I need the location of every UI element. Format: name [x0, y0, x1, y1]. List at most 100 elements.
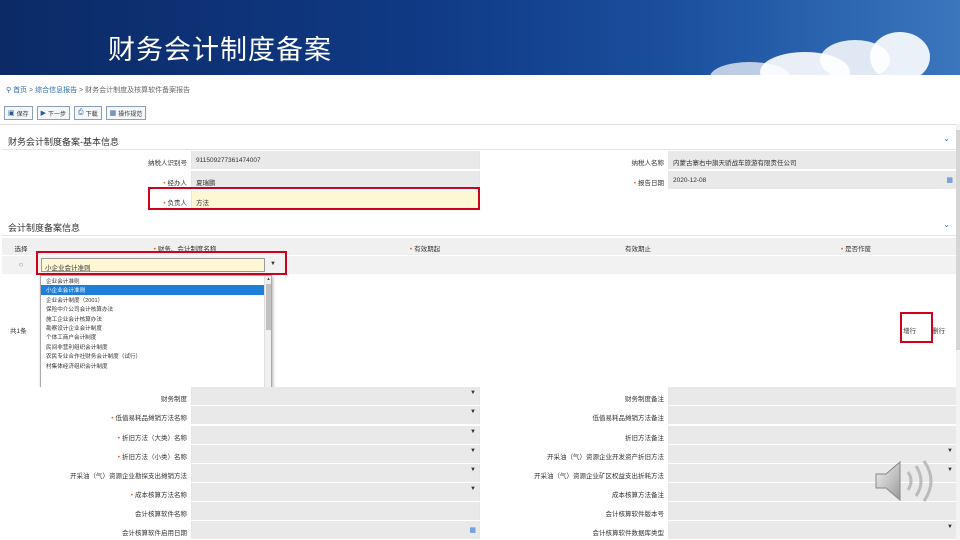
required-mark: • [409, 246, 413, 253]
dropdown-option[interactable]: 施工企业会计核算办法 [41, 314, 271, 323]
form-row: 会计核算软件启用日期 ▦ 会计核算软件数据库类型 ▼ [2, 521, 956, 540]
record-header[interactable]: 会计制度备案信息 ⌄ [2, 216, 956, 236]
breadcrumb-level1[interactable]: 综合信息报告 [35, 87, 77, 94]
info-select[interactable]: ▼ [192, 406, 479, 424]
required-mark: • [130, 492, 133, 499]
info-select[interactable]: ▼ [192, 387, 479, 405]
delete-row-button[interactable]: 删行 [932, 325, 945, 335]
required-mark: • [163, 180, 166, 187]
info-date-field[interactable]: ▦ [192, 521, 479, 539]
chevron-down-icon[interactable]: ▼ [947, 524, 953, 530]
taxpayer-id-value: 911509277361474007 [192, 151, 479, 169]
chevron-down-icon[interactable]: ▼ [470, 390, 476, 396]
info-label: 会计核算软件版本号 [479, 502, 669, 520]
col-cancel-text: 是否作废 [845, 246, 872, 253]
calendar-icon[interactable]: ▦ [469, 526, 476, 534]
info-select[interactable]: ▼ [192, 426, 479, 444]
page-scrollbar[interactable] [956, 124, 960, 540]
speaker-icon[interactable] [872, 456, 938, 506]
dropdown-option[interactable]: 民间非营利组织会计制度 [41, 342, 271, 351]
chevron-down-icon[interactable]: ▼ [470, 448, 476, 454]
basic-info-title: 财务会计制度备案-基本信息 [8, 137, 119, 147]
info-field[interactable] [669, 426, 956, 444]
info-label-text: 折旧方法（大类）名称 [122, 435, 187, 442]
toolbar: ▣ 保存 ▶ 下一步 ⎙ 下载 ▦ 操作规范 [4, 106, 147, 120]
chevron-down-icon[interactable]: ⌄ [943, 220, 950, 229]
chevron-down-icon[interactable]: ▼ [947, 448, 953, 454]
required-mark: • [840, 246, 844, 253]
info-label: 会计核算软件数据库类型 [479, 521, 669, 539]
info-field[interactable] [669, 406, 956, 424]
breadcrumb-separator: > [29, 87, 34, 94]
chevron-down-icon[interactable]: ⌄ [943, 134, 950, 143]
info-field[interactable] [669, 387, 956, 405]
breadcrumb-home[interactable]: 首页 [13, 87, 27, 94]
dropdown-option[interactable]: 企业会计准则 [41, 276, 271, 285]
required-mark: • [117, 435, 120, 442]
form-row: 开采油（气）资源企业勘探支出摊销方法 ▼ 开采油（气）资源企业矿区权益支出折耗方… [2, 464, 956, 483]
chevron-down-icon[interactable]: ▼ [470, 467, 476, 473]
chevron-down-icon[interactable]: ▼ [470, 486, 476, 492]
guide-button[interactable]: ▦ 操作规范 [105, 106, 147, 120]
breadcrumb-separator: > [79, 87, 84, 94]
info-label: 折旧方法备注 [479, 426, 669, 444]
info-label-text: 低值易耗品摊销方法名称 [115, 415, 188, 422]
highlight-box [148, 187, 480, 210]
info-select[interactable]: ▼ [669, 521, 956, 539]
chevron-down-icon[interactable]: ▼ [947, 467, 953, 473]
info-label: 财务制度 [2, 387, 192, 405]
info-label: 开采油（气）资源企业勘探支出摊销方法 [2, 464, 192, 482]
title-banner: 财务会计制度备案 [0, 0, 960, 75]
download-button[interactable]: ⎙ 下载 [74, 106, 102, 120]
dropdown-option[interactable]: 农民专业合作社财务会计制度（试行） [41, 351, 271, 360]
dropdown-scrollbar[interactable]: ▲ ▼ [264, 276, 271, 390]
col-start: • 有效期起 [330, 238, 520, 255]
row-radio[interactable]: ○ [2, 256, 40, 274]
info-select[interactable]: ▼ [192, 483, 479, 501]
location-pin-icon: ⚲ [6, 87, 12, 94]
save-label: 保存 [16, 111, 29, 118]
dropdown-option-selected[interactable]: 小企业会计准则 [41, 285, 271, 295]
info-label: 成本核算方法备注 [479, 483, 669, 501]
report-date-label-text: 报告日期 [638, 180, 664, 187]
page-title: 财务会计制度备案 [108, 35, 332, 65]
info-select[interactable]: ▼ [192, 445, 479, 463]
dropdown-option[interactable]: 勘察设计企业会计制度 [41, 323, 271, 332]
info-label: • 成本核算方法名称 [2, 483, 192, 501]
info-label: • 低值易耗品摊销方法名称 [2, 406, 192, 424]
chevron-down-icon[interactable]: ⌄ [943, 350, 950, 359]
info-field[interactable] [192, 502, 479, 520]
info-label: 财务制度备注 [479, 387, 669, 405]
breadcrumb-current: 财务会计制度及核算软件备案报告 [85, 87, 191, 94]
info-field[interactable] [669, 367, 956, 385]
save-icon: ▣ [8, 110, 15, 117]
required-mark: • [111, 415, 114, 422]
dropdown-option[interactable]: 个体工商户会计制度 [41, 332, 271, 341]
scroll-thumb[interactable] [956, 130, 960, 350]
download-label: 下载 [85, 111, 98, 118]
info-select[interactable]: ▼ [192, 464, 479, 482]
next-button[interactable]: ▶ 下一步 [36, 106, 71, 120]
record-title: 会计制度备案信息 [8, 223, 81, 233]
chevron-down-icon[interactable]: ▼ [470, 429, 476, 435]
form-row: 纳税人识别号 911509277361474007 纳税人名称 内蒙古寨右中旗天… [2, 151, 956, 170]
dropdown-option[interactable]: 村集体经济组织会计制度 [41, 361, 271, 370]
chevron-down-icon[interactable]: ▼ [470, 370, 476, 376]
dropdown-option[interactable]: 保险中介公司会计核算办法 [41, 304, 271, 313]
calendar-icon[interactable]: ▦ [946, 176, 953, 184]
save-button[interactable]: ▣ 保存 [4, 106, 33, 120]
chevron-down-icon[interactable]: ▼ [470, 409, 476, 415]
scroll-up-icon[interactable]: ▲ [265, 276, 271, 281]
play-icon: ▶ [40, 110, 47, 117]
dropdown-option[interactable]: 企业会计制度（2001） [41, 295, 271, 304]
info-title: 资料信息 [8, 353, 45, 363]
report-date-field[interactable]: 2020-12-08 ▦ [669, 171, 956, 189]
scroll-thumb[interactable] [266, 284, 271, 330]
form-row: 会计核算软件名称 会计核算软件版本号 [2, 502, 956, 521]
guide-label: 操作规范 [118, 111, 143, 118]
form-row: • 折旧方法（小类）名称 ▼ 开采油（气）资源企业开发资产折旧方法 ▼ [2, 445, 956, 464]
basic-info-header[interactable]: 财务会计制度备案-基本信息 ⌄ [2, 130, 956, 150]
info-label: • 折旧方法（小类）名称 [2, 445, 192, 463]
info-label: 开采油（气）资源企业矿区权益支出折耗方法 [479, 464, 669, 482]
taxpayer-name-label: 纳税人名称 [479, 151, 669, 169]
